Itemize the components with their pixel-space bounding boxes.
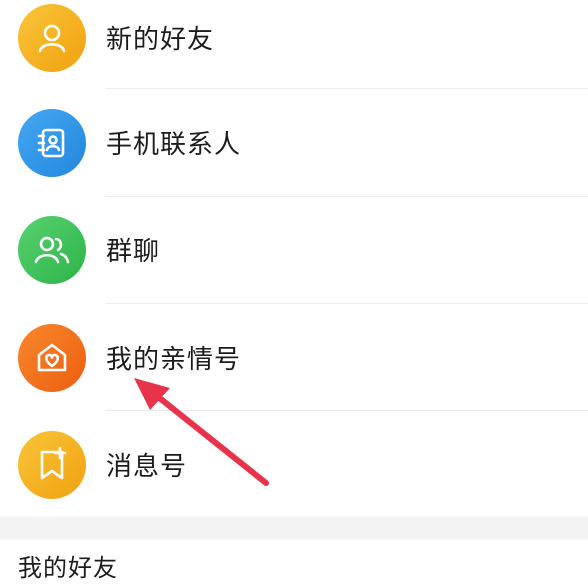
address-book-icon [18, 108, 86, 177]
menu-item-phone-contacts[interactable]: 手机联系人 [0, 89, 588, 196]
message-bookmark-icon [18, 430, 86, 499]
group-icon [18, 215, 86, 284]
menu-item-group-chat[interactable]: 群聊 [0, 196, 588, 303]
menu-item-label: 我的亲情号 [106, 345, 242, 375]
menu-item-label: 群聊 [106, 237, 161, 267]
section-separator [0, 517, 588, 539]
menu-item-new-friends[interactable]: 新的好友 [0, 0, 588, 91]
my-friends-section-title[interactable]: 我的好友 [18, 548, 118, 583]
menu-item-label: 消息号 [106, 452, 188, 482]
menu-item-label: 手机联系人 [106, 130, 242, 160]
person-icon [18, 3, 86, 72]
menu-item-message-accounts[interactable]: 消息号 [0, 411, 588, 518]
menu-item-label: 新的好友 [106, 25, 215, 55]
family-heart-icon [18, 323, 86, 392]
menu-item-family-number[interactable]: 我的亲情号 [0, 304, 588, 411]
